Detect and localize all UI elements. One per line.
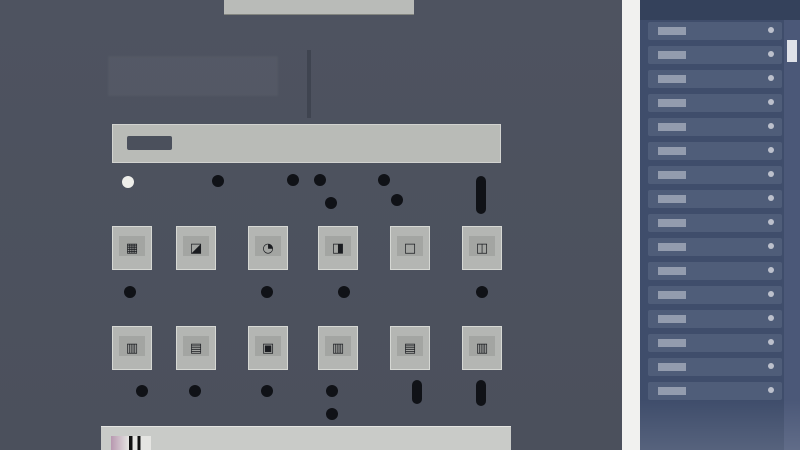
output-port[interactable] — [124, 286, 136, 298]
split-icon: ◨ — [331, 240, 345, 256]
row-mark — [658, 75, 686, 83]
input-port[interactable] — [287, 174, 299, 186]
row-mark — [658, 219, 686, 227]
row-mark — [658, 363, 686, 371]
bottom-panel[interactable] — [101, 426, 511, 450]
row-mark — [658, 123, 686, 131]
sidebar-row[interactable] — [648, 310, 782, 328]
sidebar-row[interactable] — [648, 334, 782, 352]
curve-icon: ◔ — [262, 240, 274, 256]
sidebar-row[interactable] — [648, 358, 782, 376]
sidebar-row[interactable] — [648, 214, 782, 232]
row-mark — [658, 291, 686, 299]
node-tile[interactable]: ▣ — [248, 326, 288, 370]
node-tile[interactable]: ◫ — [462, 226, 502, 270]
output-port[interactable] — [261, 286, 273, 298]
input-port[interactable] — [314, 174, 326, 186]
right-sidebar[interactable] — [640, 0, 800, 450]
box-icon: ▦ — [125, 240, 139, 256]
sidebar-header — [640, 0, 800, 20]
node-tile[interactable]: ▥ — [462, 326, 502, 370]
node-tile[interactable]: ▥ — [318, 326, 358, 370]
box-icon: ▤ — [403, 340, 417, 356]
connection-wire — [307, 50, 311, 118]
output-port[interactable] — [326, 385, 338, 397]
sidebar-row[interactable] — [648, 70, 782, 88]
output-port[interactable] — [136, 385, 148, 397]
input-port[interactable] — [122, 176, 134, 188]
row-mark — [658, 99, 686, 107]
output-port[interactable] — [189, 385, 201, 397]
connector[interactable] — [476, 176, 486, 214]
input-port[interactable] — [391, 194, 403, 206]
sidebar-row[interactable] — [648, 46, 782, 64]
toolbar-chip[interactable] — [127, 136, 172, 150]
panel-divider[interactable] — [622, 0, 640, 450]
sidebar-row[interactable] — [648, 166, 782, 184]
output-port[interactable] — [326, 408, 338, 420]
square-icon: □ — [403, 240, 417, 256]
row-mark — [658, 27, 686, 35]
toolbar-label — [127, 136, 172, 150]
connector[interactable] — [412, 380, 422, 404]
row-mark — [658, 147, 686, 155]
row-mark — [658, 243, 686, 251]
input-port[interactable] — [212, 175, 224, 187]
node-tile[interactable]: □ — [390, 226, 430, 270]
sidebar-bottom-glow — [640, 400, 800, 450]
node-canvas[interactable]: ▦ ◪ ◔ ◨ □ ◫ ▥ ▤ ▣ ▥ ▤ ▥ — [0, 14, 622, 450]
sidebar-row[interactable] — [648, 22, 782, 40]
row-mark — [658, 387, 686, 395]
input-port[interactable] — [378, 174, 390, 186]
node-tile[interactable]: ▦ — [112, 226, 152, 270]
node-editor-window: ▦ ◪ ◔ ◨ □ ◫ ▥ ▤ ▣ ▥ ▤ ▥ — [0, 0, 800, 450]
row-mark — [658, 267, 686, 275]
row-mark — [658, 51, 686, 59]
row-mark — [658, 339, 686, 347]
row-mark — [658, 195, 686, 203]
box-icon: ▣ — [261, 340, 275, 356]
node-tile[interactable]: ◨ — [318, 226, 358, 270]
box-icon: ▥ — [475, 340, 489, 356]
output-port[interactable] — [476, 286, 488, 298]
node-tile[interactable]: ▥ — [112, 326, 152, 370]
row-mark — [658, 171, 686, 179]
sidebar-row[interactable] — [648, 382, 782, 400]
node-tile[interactable]: ▤ — [176, 326, 216, 370]
sidebar-row[interactable] — [648, 142, 782, 160]
sidebar-scrollbar[interactable] — [784, 20, 800, 450]
sidebar-row[interactable] — [648, 286, 782, 304]
bottom-panel-icons — [111, 436, 151, 450]
box-icon: ▤ — [189, 340, 203, 356]
top-tab[interactable] — [224, 0, 414, 15]
node-tile[interactable]: ▤ — [390, 326, 430, 370]
sidebar-row[interactable] — [648, 262, 782, 280]
box-icon: ▥ — [125, 340, 139, 356]
output-port[interactable] — [338, 286, 350, 298]
sidebar-row[interactable] — [648, 94, 782, 112]
sidebar-row[interactable] — [648, 238, 782, 256]
toolbar-strip[interactable] — [112, 124, 501, 163]
sidebar-row[interactable] — [648, 190, 782, 208]
sidebar-row[interactable] — [648, 118, 782, 136]
diagonal-icon: ◪ — [189, 240, 203, 256]
input-port[interactable] — [325, 197, 337, 209]
node-tile[interactable]: ◪ — [176, 226, 216, 270]
canvas-shadow — [108, 56, 278, 96]
connector[interactable] — [476, 380, 486, 406]
row-mark — [658, 315, 686, 323]
output-port[interactable] — [261, 385, 273, 397]
node-tile[interactable]: ◔ — [248, 226, 288, 270]
box-icon: ▥ — [331, 340, 345, 356]
scroll-thumb[interactable] — [787, 40, 797, 62]
bracket-icon: ◫ — [475, 240, 489, 256]
